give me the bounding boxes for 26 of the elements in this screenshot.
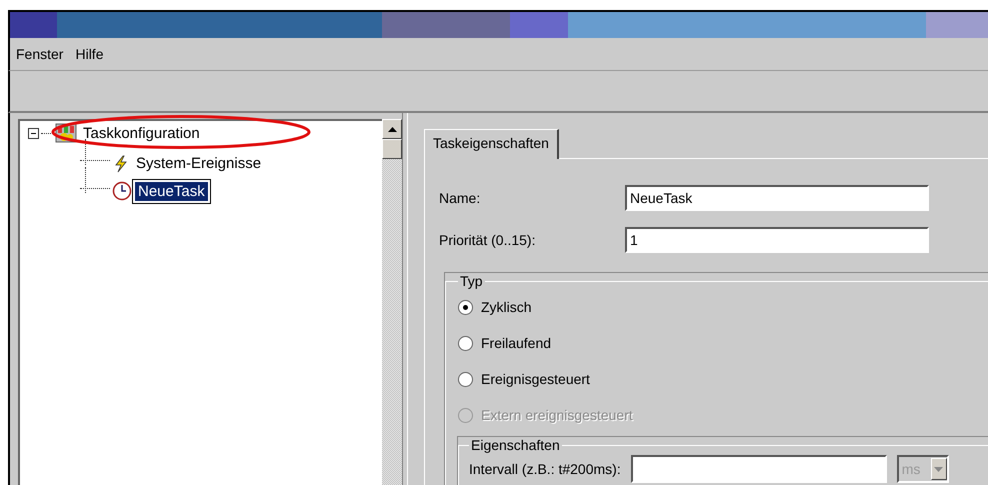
- caret-icon: [934, 466, 944, 472]
- menu-item[interactable]: Fenster: [16, 46, 64, 62]
- scroll-thumb[interactable]: [382, 139, 402, 159]
- interval-field[interactable]: [630, 455, 887, 483]
- scroll-up-icon[interactable]: [382, 119, 402, 139]
- collapse-toggle-icon[interactable]: [28, 128, 39, 138]
- radio-label: Ereignisgesteuert: [481, 371, 590, 387]
- tab[interactable]: Taskeigenschaften: [424, 129, 559, 159]
- tree-item[interactable]: System-Ereignisse: [133, 154, 264, 173]
- radio-button[interactable]: [458, 300, 473, 314]
- radio-label: Extern ereignisgesteuert: [481, 407, 633, 423]
- radio-label: Freilaufend: [481, 335, 552, 351]
- group-title: Typ: [459, 273, 484, 289]
- radio-button[interactable]: [458, 336, 473, 350]
- text-field[interactable]: NeueTask: [625, 185, 929, 211]
- field-label: Name:: [439, 190, 482, 206]
- scrollbar[interactable]: [382, 119, 402, 485]
- text-field[interactable]: 1: [625, 227, 929, 253]
- field-label: Priorität (0..15):: [439, 232, 536, 248]
- radio-label: Zyklisch: [481, 299, 532, 315]
- field-label: Intervall (z.B.: t#200ms):: [469, 461, 621, 477]
- clock-icon: [112, 181, 132, 201]
- group-title: Eigenschaften: [470, 437, 561, 453]
- tree-item[interactable]: NeueTask: [135, 182, 208, 201]
- menu-item[interactable]: Hilfe: [75, 46, 104, 62]
- radio-button[interactable]: [458, 372, 473, 386]
